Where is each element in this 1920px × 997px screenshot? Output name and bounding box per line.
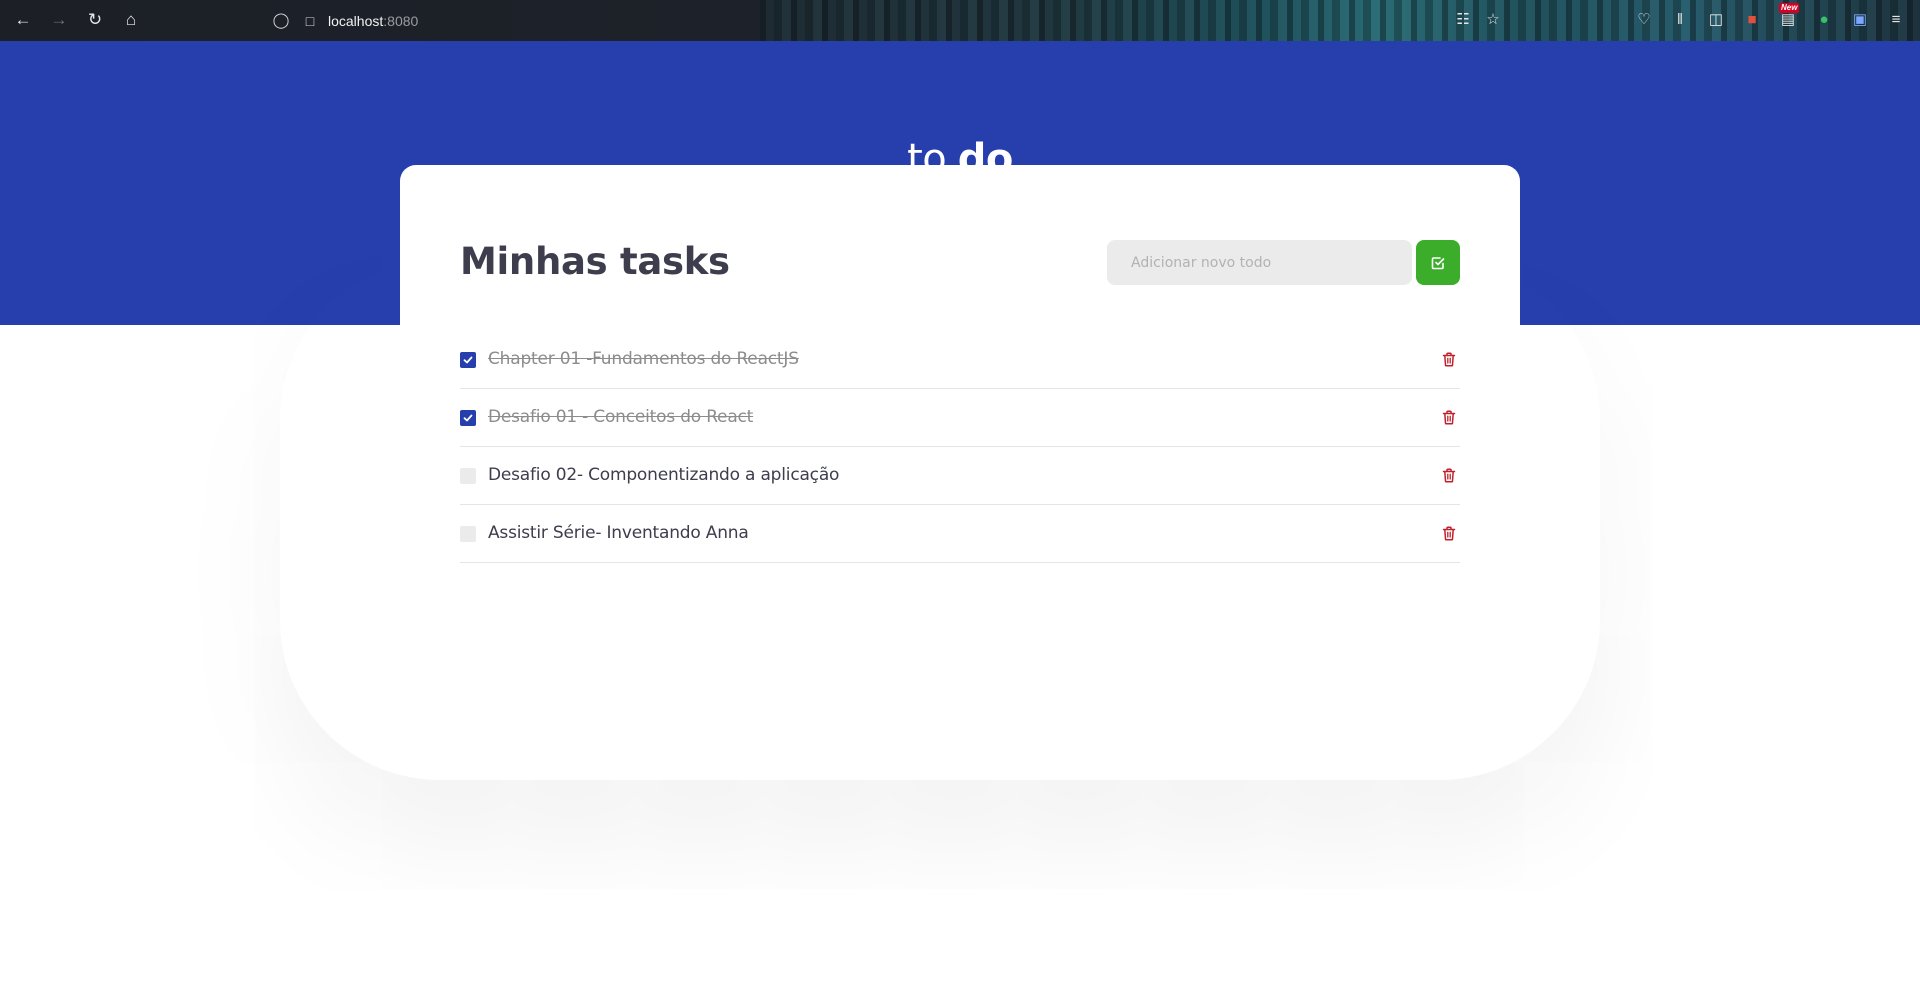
translate-icon[interactable]: ☷ — [1452, 9, 1474, 31]
shield-icon[interactable]: ◯ — [272, 12, 290, 30]
task-title: Desafio 02- Componentizando a aplicação — [488, 465, 840, 485]
task-checkbox[interactable] — [460, 352, 476, 368]
check-icon — [463, 414, 473, 422]
url-bar[interactable]: ◯ □ localhost:8080 — [272, 9, 419, 33]
library-icon[interactable]: ‖ — [1669, 9, 1691, 31]
task-row: Chapter 01 -Fundamentos do ReactJS — [460, 331, 1460, 389]
vpn-extension-icon[interactable]: ● — [1813, 9, 1835, 31]
task-checkbox[interactable] — [460, 410, 476, 426]
page-title: Minhas tasks — [460, 240, 730, 283]
url-port: :8080 — [383, 13, 419, 29]
forward-icon[interactable]: → — [47, 8, 71, 32]
check-icon — [463, 356, 473, 364]
delete-task-button[interactable] — [1438, 406, 1460, 428]
pocket-icon[interactable]: ♡ — [1633, 9, 1655, 31]
delete-task-button[interactable] — [1438, 348, 1460, 370]
news-extension-icon[interactable]: New ▤ — [1777, 3, 1800, 31]
add-todo-button[interactable] — [1416, 240, 1460, 285]
sidebar-icon[interactable]: ◫ — [1705, 9, 1727, 31]
trash-icon — [1442, 525, 1456, 541]
delete-task-button[interactable] — [1438, 464, 1460, 486]
url-text[interactable]: localhost:8080 — [328, 13, 418, 29]
reload-icon[interactable]: ↻ — [83, 8, 107, 32]
task-row: Assistir Série- Inventando Anna — [460, 505, 1460, 563]
menu-icon[interactable]: ≡ — [1885, 9, 1907, 31]
extension-icon[interactable]: ■ — [1741, 9, 1763, 31]
check-square-icon — [1431, 256, 1445, 269]
task-row: Desafio 01 - Conceitos do React — [460, 389, 1460, 447]
task-title: Chapter 01 -Fundamentos do ReactJS — [488, 349, 799, 369]
trash-icon — [1442, 409, 1456, 425]
task-title: Desafio 01 - Conceitos do React — [488, 407, 754, 427]
page-icon: □ — [305, 13, 315, 29]
back-icon[interactable]: ← — [11, 8, 35, 32]
trash-icon — [1442, 467, 1456, 483]
new-todo-input[interactable] — [1107, 240, 1412, 285]
task-list: Chapter 01 -Fundamentos do ReactJS Desaf… — [460, 331, 1460, 563]
delete-task-button[interactable] — [1438, 522, 1460, 544]
home-icon[interactable]: ⌂ — [119, 8, 143, 32]
task-row: Desafio 02- Componentizando a aplicação — [460, 447, 1460, 505]
task-title: Assistir Série- Inventando Anna — [488, 523, 749, 543]
tasks-card: Minhas tasks Chapter 01 -Fundamentos do … — [400, 165, 1520, 639]
trash-icon — [1442, 351, 1456, 367]
new-badge: New — [1779, 3, 1800, 13]
task-checkbox[interactable] — [460, 468, 476, 484]
task-checkbox[interactable] — [460, 526, 476, 542]
bookmark-star-icon[interactable]: ☆ — [1482, 9, 1504, 31]
browser-toolbar: ← → ↻ ⌂ ◯ □ localhost:8080 ☷ ☆ ♡ ‖ ◫ ■ N… — [0, 0, 1920, 41]
translator-extension-icon[interactable]: ▣ — [1849, 9, 1871, 31]
url-host: localhost — [328, 13, 384, 29]
